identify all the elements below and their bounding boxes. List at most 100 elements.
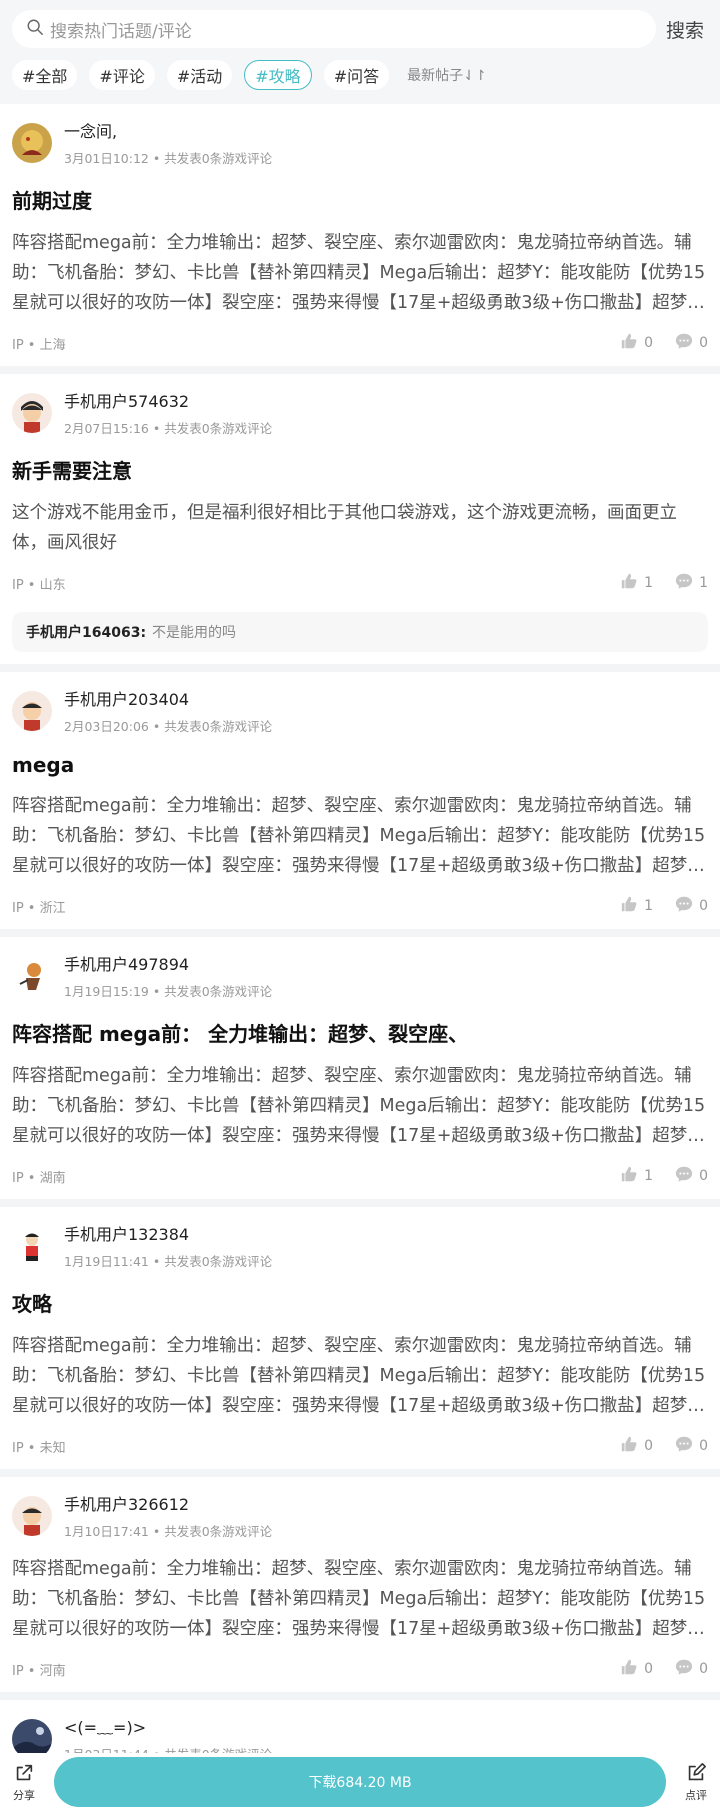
thumbs-up-icon — [620, 1658, 644, 1680]
like-button[interactable]: 0 — [620, 1658, 653, 1680]
author-name[interactable]: 手机用户326612 — [64, 1491, 272, 1515]
post-body[interactable]: 阵容搭配mega前：全力堆输出：超梦、裂空座、索尔迦雷欧肉：鬼龙骑拉帝纳首选。辅… — [12, 791, 708, 881]
avatar[interactable] — [12, 1495, 52, 1536]
share-button[interactable]: 分享 — [0, 1762, 48, 1803]
thumbs-up-icon — [620, 1435, 644, 1457]
review-button[interactable]: 点评 — [672, 1762, 720, 1803]
post-meta: 1月19日15:19 • 共发表0条游戏评论 — [64, 984, 273, 999]
post-body[interactable]: 阵容搭配mega前：全力堆输出：超梦、裂空座、索尔迦雷欧肉：鬼龙骑拉帝纳首选。辅… — [12, 1061, 708, 1151]
tag-2[interactable]: #活动 — [166, 60, 233, 90]
thumbs-up-icon — [620, 332, 644, 354]
ip-location: IP • 上海 — [12, 337, 66, 353]
comment-preview[interactable]: 手机用户164063: 不是能用的吗 — [12, 612, 708, 652]
post-meta: 1月19日11:41 • 共发表0条游戏评论 — [64, 1254, 273, 1269]
thumbs-up-icon — [620, 572, 644, 594]
post-title[interactable]: 阵容搭配 mega前： 全力堆输出：超梦、裂空座、 — [12, 1018, 708, 1047]
post-body[interactable]: 这个游戏不能用金币，但是福利很好相比于其他口袋游戏，这个游戏更流畅，画面更立体，… — [12, 498, 708, 558]
comment-button[interactable]: 0 — [675, 1165, 708, 1187]
like-button[interactable]: 0 — [620, 332, 653, 354]
comment-count: 0 — [699, 898, 708, 914]
tag-4[interactable]: #问答 — [323, 60, 390, 90]
tag-0[interactable]: #全部 — [12, 60, 78, 90]
post-card[interactable]: 手机用户203404 2月03日20:06 • 共发表0条游戏评论 mega 阵容搭配… — [0, 672, 720, 929]
author-name[interactable]: <(=﹏=)> — [64, 1714, 272, 1738]
post-author: 一念间, 3月01日10:12 • 共发表0条游戏评论 — [12, 118, 708, 167]
avatar[interactable] — [12, 1225, 52, 1266]
ip-location: IP • 河南 — [12, 1663, 66, 1679]
thumbs-up-icon — [620, 1165, 644, 1187]
like-count: 0 — [644, 1661, 654, 1677]
tag-1[interactable]: #评论 — [89, 60, 155, 90]
post-footer: IP • 河南 0 0 — [12, 1658, 708, 1680]
author-info: 手机用户497894 1月19日15:19 • 共发表0条游戏评论 — [64, 951, 272, 1000]
post-card[interactable]: 手机用户132384 1月19日11:41 • 共发表0条游戏评论攻略阵容搭配me… — [0, 1207, 720, 1469]
like-button[interactable]: 1 — [620, 895, 653, 917]
like-button[interactable]: 1 — [620, 1165, 653, 1187]
post-body[interactable]: 阵容搭配mega前：全力堆输出：超梦、裂空座、索尔迦雷欧肉：鬼龙骑拉帝纳首选。辅… — [12, 228, 708, 318]
edit-icon — [685, 1762, 707, 1787]
top-bar: 搜索热门话题/评论 搜索 #全部 #评论 #活动 #攻略 #问答 最新帖子⇃↾ — [0, 0, 720, 104]
comment-count: 0 — [699, 335, 708, 351]
avatar[interactable] — [12, 955, 52, 996]
bottom-action-bar: 分享 下载684.20 MB 点评 — [0, 1753, 720, 1811]
comment-text: 不是能用的吗 — [152, 625, 237, 641]
post-title[interactable]: 攻略 — [12, 1288, 708, 1317]
author-info: 手机用户132384 1月19日11:41 • 共发表0条游戏评论 — [64, 1221, 272, 1270]
comment-button[interactable]: 0 — [675, 895, 708, 917]
post-card[interactable]: 手机用户497894 1月19日15:19 • 共发表0条游戏评论阵容搭配 meg… — [0, 937, 720, 1199]
search-input[interactable]: 搜索热门话题/评论 — [12, 10, 656, 48]
comment-icon — [675, 572, 699, 594]
author-name[interactable]: 手机用户574632 — [64, 388, 272, 412]
like-button[interactable]: 0 — [620, 1435, 653, 1457]
post-body[interactable]: 阵容搭配mega前：全力堆输出：超梦、裂空座、索尔迦雷欧肉：鬼龙骑拉帝纳首选。辅… — [12, 1554, 708, 1644]
share-icon — [13, 1762, 35, 1787]
post-card[interactable]: 一念间, 3月01日10:12 • 共发表0条游戏评论前期过度阵容搭配mega前：… — [0, 104, 720, 366]
author-name[interactable]: 手机用户497894 — [64, 951, 272, 975]
comment-button[interactable]: 0 — [675, 332, 708, 354]
tag-filter-bar: #全部 #评论 #活动 #攻略 #问答 最新帖子⇃↾ — [12, 60, 708, 90]
post-card[interactable]: 手机用户326612 1月10日17:41 • 共发表0条游戏评论阵容搭配mega… — [0, 1477, 720, 1692]
post-author: 手机用户574632 2月07日15:16 • 共发表0条游戏评论 — [12, 388, 708, 437]
post-author: 手机用户326612 1月10日17:41 • 共发表0条游戏评论 — [12, 1491, 708, 1540]
author-name[interactable]: 一念间, — [64, 118, 272, 142]
author-info: 手机用户574632 2月07日15:16 • 共发表0条游戏评论 — [64, 388, 272, 437]
post-meta: 2月07日15:16 • 共发表0条游戏评论 — [64, 421, 273, 436]
comment-count: 0 — [699, 1438, 708, 1454]
ip-location: IP • 山东 — [12, 577, 66, 593]
post-footer: IP • 上海 0 0 — [12, 332, 708, 354]
post-title[interactable]: mega — [12, 753, 708, 777]
like-count: 1 — [644, 1168, 654, 1184]
post-meta: 2月03日20:06 • 共发表0条游戏评论 — [64, 719, 273, 734]
post-card[interactable]: 手机用户574632 2月07日15:16 • 共发表0条游戏评论新手需要注意这个… — [0, 374, 720, 664]
post-footer: IP • 未知 0 0 — [12, 1435, 708, 1457]
post-title[interactable]: 前期过度 — [12, 185, 708, 214]
comment-icon — [675, 1435, 699, 1457]
post-footer: IP • 湖南 1 0 — [12, 1165, 708, 1187]
ip-location: IP • 湖南 — [12, 1170, 66, 1186]
comment-button[interactable]: 1 — [675, 572, 708, 594]
share-label: 分享 — [13, 1788, 35, 1802]
sort-selector[interactable]: 最新帖子⇃↾ — [407, 65, 486, 85]
avatar[interactable] — [12, 392, 52, 433]
post-title[interactable]: 新手需要注意 — [12, 455, 708, 484]
post-author: 手机用户132384 1月19日11:41 • 共发表0条游戏评论 — [12, 1221, 708, 1270]
post-body[interactable]: 阵容搭配mega前：全力堆输出：超梦、裂空座、索尔迦雷欧肉：鬼龙骑拉帝纳首选。辅… — [12, 1331, 708, 1421]
comment-icon — [675, 1658, 699, 1680]
download-button[interactable]: 下载684.20 MB — [54, 1757, 666, 1807]
search-button[interactable]: 搜索 — [666, 16, 704, 43]
comment-button[interactable]: 0 — [675, 1658, 708, 1680]
comment-icon — [675, 332, 699, 354]
author-info: 一念间, 3月01日10:12 • 共发表0条游戏评论 — [64, 118, 272, 167]
thumbs-up-icon — [620, 895, 644, 917]
like-button[interactable]: 1 — [620, 572, 653, 594]
author-name[interactable]: 手机用户132384 — [64, 1221, 272, 1245]
avatar[interactable] — [12, 690, 52, 731]
post-feed: 一念间, 3月01日10:12 • 共发表0条游戏评论前期过度阵容搭配mega前：… — [0, 104, 720, 1811]
comment-button[interactable]: 0 — [675, 1435, 708, 1457]
tag-3[interactable]: #攻略 — [244, 60, 312, 90]
author-info: 手机用户326612 1月10日17:41 • 共发表0条游戏评论 — [64, 1491, 272, 1540]
author-name[interactable]: 手机用户203404 — [64, 686, 272, 710]
comment-icon — [675, 895, 699, 917]
avatar[interactable] — [12, 122, 52, 163]
post-meta: 1月10日17:41 • 共发表0条游戏评论 — [64, 1524, 273, 1539]
